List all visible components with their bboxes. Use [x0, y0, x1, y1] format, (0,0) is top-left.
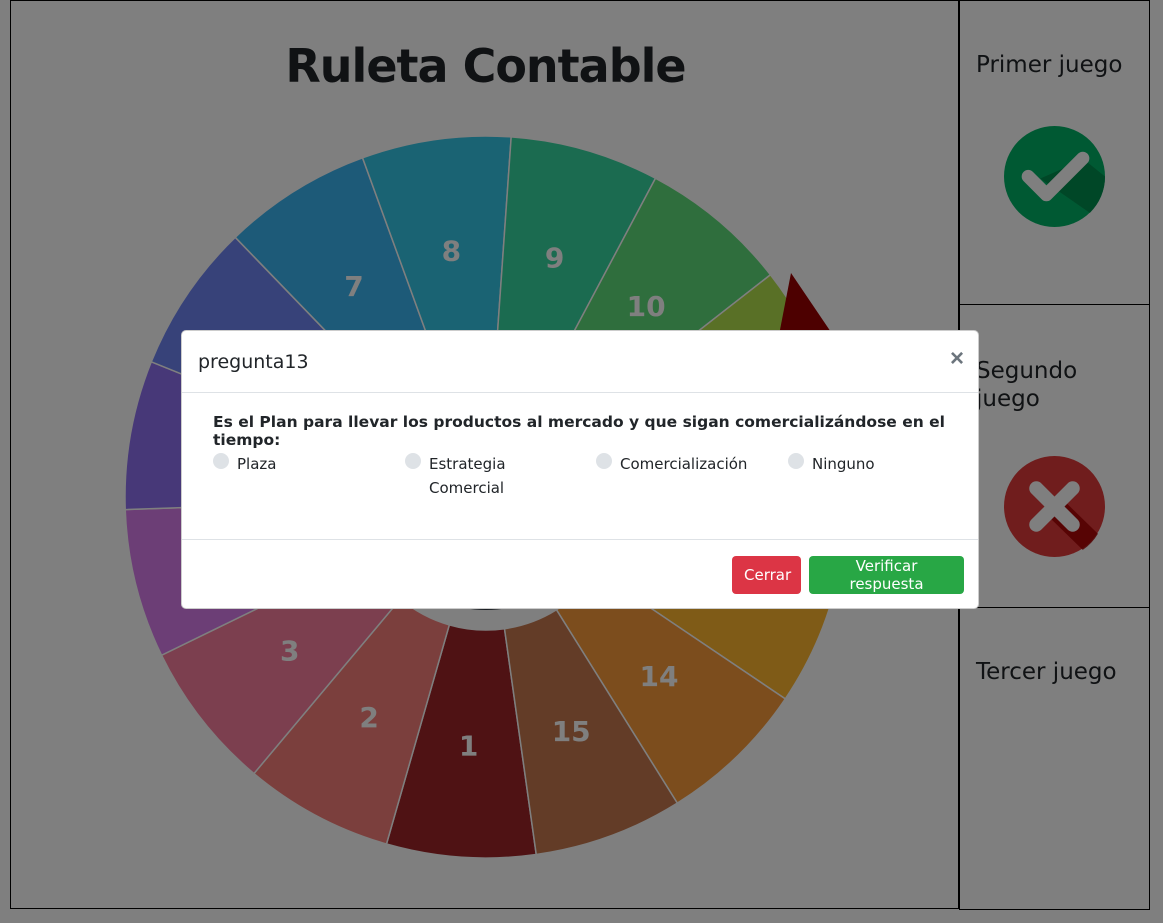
option-label: Ninguno	[812, 455, 875, 473]
question-text: Es el Plan para llevar los productos al …	[213, 413, 945, 449]
question-modal: pregunta13 × Es el Plan para llevar los …	[181, 330, 979, 609]
option-label: Estrategia Comercial	[429, 455, 506, 497]
close-icon[interactable]: ×	[950, 347, 964, 371]
radio-button[interactable]	[213, 453, 229, 469]
modal-header: pregunta13 ×	[182, 331, 978, 393]
app-page: Ruleta Contable 123456789101112131415 Pr…	[0, 0, 1163, 923]
answer-options: Plaza Estrategia Comercial Comercializac…	[213, 453, 973, 503]
modal-title: pregunta13	[198, 351, 309, 373]
radio-button[interactable]	[788, 453, 804, 469]
option-label: Plaza	[237, 455, 277, 473]
verify-answer-button[interactable]: Verificar respuesta	[809, 556, 964, 594]
radio-button[interactable]	[405, 453, 421, 469]
radio-button[interactable]	[596, 453, 612, 469]
option-label: Comercialización	[620, 455, 748, 473]
modal-footer: Cerrar Verificar respuesta	[182, 539, 978, 610]
close-button[interactable]: Cerrar	[732, 556, 801, 594]
